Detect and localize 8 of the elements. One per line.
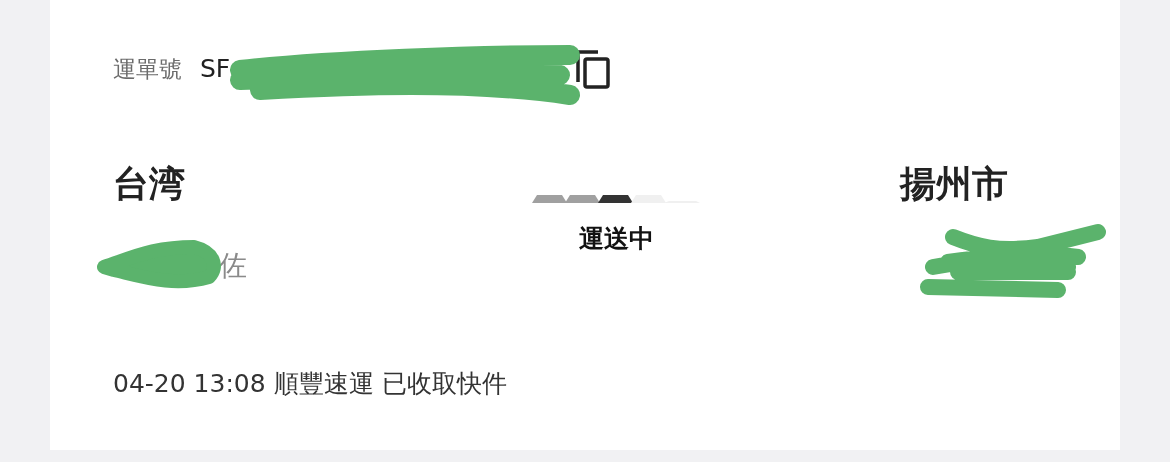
- sender-name: 佐: [219, 248, 247, 284]
- status-text: 運送中: [579, 223, 654, 255]
- waybill-label: 運單號: [113, 54, 182, 84]
- destination-city: 揚州市: [900, 166, 1009, 202]
- waybill-number: SF: [200, 53, 231, 86]
- origin-city: 台湾: [113, 166, 186, 202]
- copy-icon[interactable]: [575, 48, 612, 90]
- event-text: 04-20 13:08 順豐速運 已收取快件: [113, 368, 508, 400]
